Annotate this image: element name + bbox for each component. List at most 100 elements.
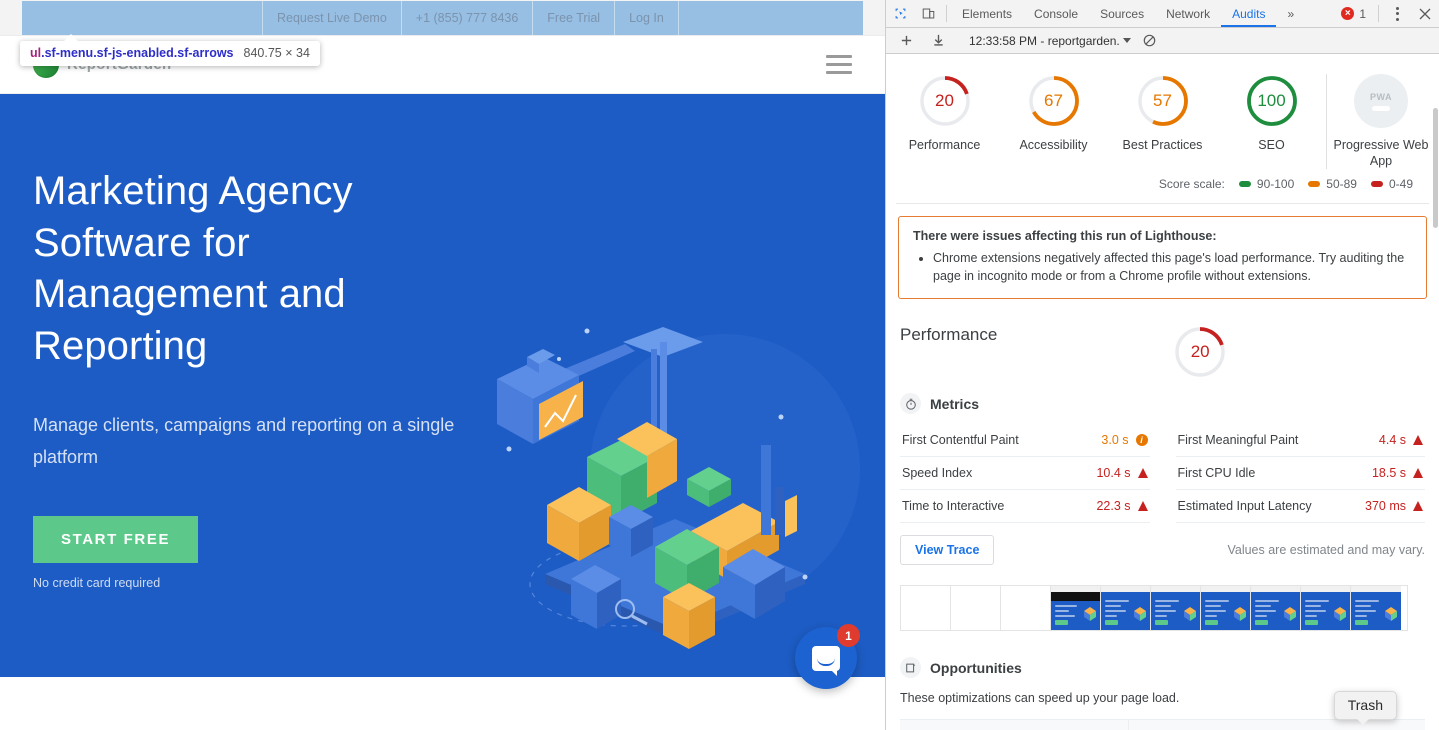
- metric-time-to-interactive[interactable]: Time to Interactive 22.3 s: [900, 490, 1150, 523]
- warning-triangle-icon: [1137, 468, 1148, 478]
- filmstrip-frame: [1351, 586, 1401, 630]
- cursor-select-icon[interactable]: [886, 0, 914, 27]
- score-scale-poor-label: 0-49: [1388, 177, 1413, 191]
- plus-icon[interactable]: [892, 34, 920, 47]
- metric-label: Estimated Input Latency: [1177, 499, 1312, 513]
- gauge-seo-value: 100: [1257, 91, 1286, 110]
- filmstrip-frame: [1251, 586, 1301, 630]
- more-tabs-icon[interactable]: »: [1276, 0, 1305, 27]
- tab-elements[interactable]: Elements: [951, 0, 1023, 27]
- metric-label: First Meaningful Paint: [1177, 433, 1299, 447]
- performance-title: Performance: [900, 325, 998, 344]
- run-warning-item: Chrome extensions negatively affected th…: [933, 249, 1412, 285]
- filmstrip-frame: [1151, 586, 1201, 630]
- inspector-classes: .sf-menu.sf-js-enabled.sf-arrows: [41, 46, 234, 60]
- warning-triangle-icon: [1413, 468, 1423, 478]
- device-toolbar-icon[interactable]: [914, 0, 942, 27]
- performance-score-gauge: 20: [1173, 325, 1227, 379]
- gauge-best-practices[interactable]: 57 Best Practices: [1108, 74, 1217, 153]
- score-scale-average-label: 50-89: [1326, 177, 1357, 191]
- metrics-title: Metrics: [930, 395, 980, 412]
- kebab-menu-icon[interactable]: [1383, 0, 1411, 27]
- hero-section: Marketing Agency Software for Management…: [0, 94, 885, 699]
- metric-first-cpu-idle[interactable]: First CPU Idle 18.5 s: [1175, 457, 1425, 490]
- inspector-tooltip: ul.sf-menu.sf-js-enabled.sf-arrows 840.7…: [20, 34, 320, 66]
- gauge-pwa[interactable]: PWA Progressive Web App: [1326, 74, 1435, 169]
- metrics-section: Metrics First Contentful Paint 3.0 s i Fi…: [900, 393, 1425, 565]
- warning-info-icon: i: [1135, 434, 1148, 446]
- tab-sources[interactable]: Sources: [1089, 0, 1155, 27]
- metric-value: 3.0 s: [1101, 433, 1129, 447]
- gauge-accessibility-value: 67: [1044, 91, 1063, 110]
- view-trace-button[interactable]: View Trace: [900, 535, 995, 565]
- error-icon: ×: [1341, 7, 1355, 20]
- hero-subheading: Manage clients, campaigns and reporting …: [33, 415, 455, 468]
- metric-label: First Contentful Paint: [902, 433, 1019, 447]
- divider: [896, 203, 1429, 204]
- metric-first-meaningful-paint[interactable]: First Meaningful Paint 4.4 s: [1175, 424, 1425, 457]
- devtools-tabbar: Elements Console Sources Network Audits …: [886, 0, 1439, 28]
- inspector-dimensions: 840.75 × 34: [243, 46, 310, 60]
- opportunities-table: Opportunity Estimated Savings 1 Defer of…: [900, 719, 1425, 730]
- metric-value: 18.5 s: [1371, 466, 1406, 480]
- report-scrollbar[interactable]: [1432, 108, 1439, 730]
- audits-subbar: 12:33:58 PM - reportgarden.co: [886, 28, 1439, 54]
- opportunities-title: Opportunities: [930, 659, 1022, 676]
- chevron-down-icon: [1123, 38, 1131, 43]
- tab-console[interactable]: Console: [1023, 0, 1089, 27]
- no-credit-card-note: No credit card required: [33, 576, 161, 591]
- warning-triangle-icon: [1413, 501, 1423, 511]
- metric-first-contentful-paint[interactable]: First Contentful Paint 3.0 s i: [900, 424, 1150, 457]
- tab-network[interactable]: Network: [1155, 0, 1221, 27]
- site-top-nav[interactable]: Request Live Demo +1 (855) 777 8436 Free…: [262, 1, 679, 35]
- filmstrip-frame: [951, 586, 1001, 630]
- tab-audits[interactable]: Audits: [1221, 0, 1276, 27]
- screenshot-filmstrip[interactable]: [900, 585, 1408, 631]
- os-trash-tooltip-label: Trash: [1347, 697, 1383, 713]
- clear-icon[interactable]: [1135, 34, 1163, 47]
- gauge-seo-label: SEO: [1258, 138, 1285, 152]
- nav-log-in[interactable]: Log In: [615, 1, 679, 35]
- score-scale-good-label: 90-100: [1256, 177, 1295, 191]
- estimated-values-note: Values are estimated and may vary.: [1227, 543, 1425, 557]
- error-indicator[interactable]: × 1: [1341, 0, 1374, 27]
- gauge-seo[interactable]: 100 SEO: [1217, 74, 1326, 153]
- metrics-footer: View Trace Values are estimated and may …: [900, 535, 1425, 565]
- gauge-pwa-label: Progressive Web App: [1333, 138, 1429, 168]
- run-warnings-box: There were issues affecting this run of …: [898, 216, 1427, 299]
- site-topbar: Request Live Demo +1 (855) 777 8436 Free…: [0, 0, 885, 36]
- gauge-accessibility[interactable]: 67 Accessibility: [999, 74, 1108, 153]
- intercom-chat-button[interactable]: 1: [795, 624, 860, 689]
- score-scale-average: 50-89: [1308, 177, 1357, 191]
- warning-triangle-icon: [1137, 501, 1148, 511]
- download-icon[interactable]: [924, 34, 952, 47]
- hamburger-icon[interactable]: [826, 55, 852, 74]
- metric-value: 10.4 s: [1096, 466, 1131, 480]
- report-selector-label: 12:33:58 PM - reportgarden.co: [969, 33, 1119, 48]
- metric-speed-index[interactable]: Speed Index 10.4 s: [900, 457, 1150, 490]
- metric-estimated-input-latency[interactable]: Estimated Input Latency 370 ms: [1175, 490, 1425, 523]
- metric-value: 22.3 s: [1096, 499, 1131, 513]
- filmstrip-frame: [1201, 586, 1251, 630]
- report-selector[interactable]: 12:33:58 PM - reportgarden.co: [969, 34, 1131, 48]
- gauge-performance-value: 20: [935, 91, 954, 110]
- gauge-performance[interactable]: 20 Performance: [890, 74, 999, 153]
- nav-request-live-demo[interactable]: Request Live Demo: [262, 1, 402, 35]
- metric-label: First CPU Idle: [1177, 466, 1256, 480]
- score-scale-title: Score scale:: [1158, 177, 1225, 191]
- nav-free-trial[interactable]: Free Trial: [533, 1, 616, 35]
- score-gauges: 20 Performance 67 Accessibility 57 Best …: [886, 54, 1439, 171]
- web-page-viewport: Request Live Demo +1 (855) 777 8436 Free…: [0, 0, 885, 730]
- filmstrip-frame: [1051, 586, 1101, 630]
- score-scale-poor: 0-49: [1370, 177, 1413, 191]
- metric-value: 4.4 s: [1378, 433, 1406, 447]
- gauge-best-practices-value: 57: [1153, 91, 1172, 110]
- filmstrip-frame: [1001, 586, 1051, 630]
- table-header-row: Opportunity Estimated Savings: [900, 719, 1425, 730]
- pwa-badge-icon: PWA: [1354, 74, 1408, 128]
- start-free-button[interactable]: START FREE: [33, 516, 199, 564]
- hero-heading: Marketing Agency Software for Management…: [33, 169, 353, 368]
- lighthouse-report: 20 Performance 67 Accessibility 57 Best …: [886, 54, 1439, 730]
- close-icon[interactable]: [1411, 0, 1439, 27]
- nav-phone[interactable]: +1 (855) 777 8436: [402, 1, 534, 35]
